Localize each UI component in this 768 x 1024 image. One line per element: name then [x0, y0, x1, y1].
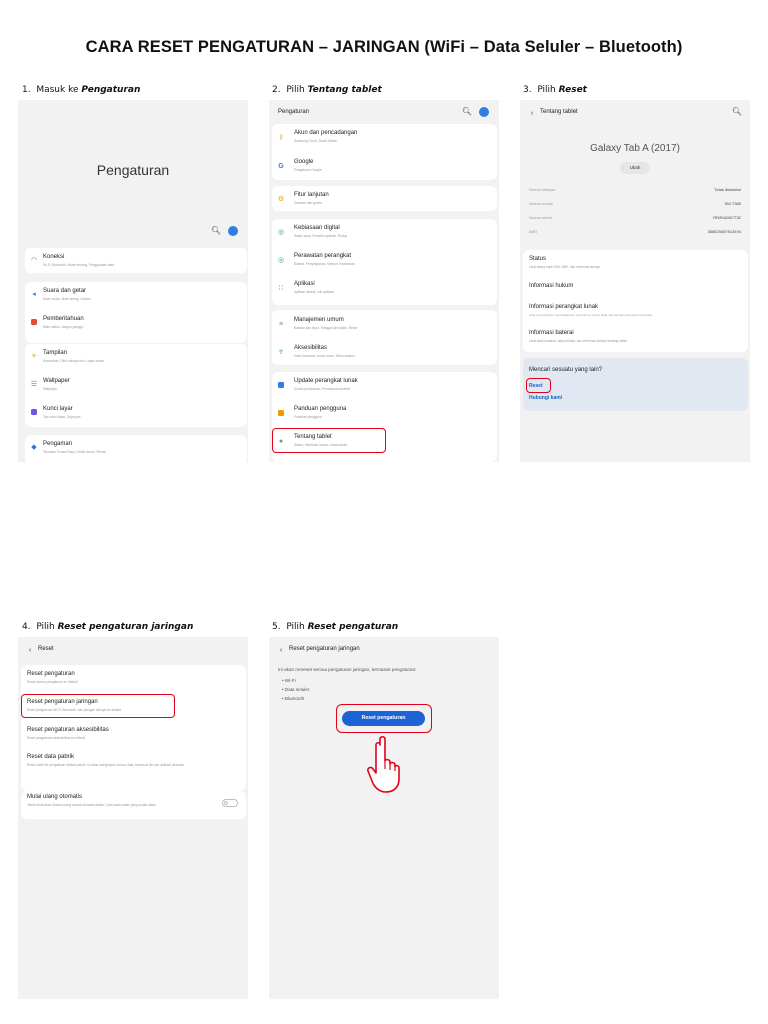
screenshot-settings-home: Pengaturan 🔍︎ ◠ Koneksi Wi-Fi, Bluetooth… — [18, 100, 248, 462]
care-icon: ◎ — [277, 256, 285, 264]
settings-item-perawatan[interactable]: ◎ Perawatan perangkat Baterai, Penyimpan… — [275, 251, 493, 269]
info-row-imei: IMEI 358525087913194 — [529, 229, 741, 234]
update-icon — [277, 381, 285, 389]
settings-item-kebiasaan-digital[interactable]: ◎ Kebiasaan digital Waktu layar, Pewaktu… — [275, 223, 493, 241]
about-item-legal[interactable]: Informasi hukum — [529, 283, 744, 295]
highlight-reset — [526, 378, 551, 393]
step-label-5: 5. Pilih Reset pengaturan — [272, 622, 399, 632]
contact-link[interactable]: Hubungi kami — [529, 395, 562, 401]
search-help-card — [523, 358, 748, 411]
reset-header: Reset — [38, 646, 54, 652]
settings-big-title: Pengaturan — [96, 162, 170, 178]
about-item-status[interactable]: Status Lihat status kartu SIM, IMEI, dan… — [529, 256, 744, 272]
screenshot-reset-network: ‹ Reset pengaturan jaringan Ini akan mer… — [269, 637, 499, 999]
apps-icon: ∷ — [278, 284, 284, 292]
about-item-software[interactable]: Informasi perangkat lunak Lihat versi An… — [529, 304, 744, 320]
about-header: Tentang tablet — [540, 109, 578, 115]
settings-item-aplikasi[interactable]: ∷ Aplikasi Aplikasi default, Izin aplika… — [275, 279, 493, 297]
bullet-wifi: • Wi-Fi — [282, 678, 296, 683]
reset-item-factory[interactable]: Reset data pabrik Reset tablet ke pengat… — [27, 754, 235, 780]
step-label-2: 2. Pilih Tentang tablet — [272, 85, 382, 95]
settings-item-pemberitahuan[interactable]: Pemberitahuan Bilah status, Jangan gangg… — [28, 314, 244, 332]
sliders-icon: ≡ — [278, 320, 284, 328]
step-label-4: 4. Pilih Reset pengaturan jaringan — [22, 622, 194, 632]
back-icon[interactable]: ‹ — [26, 646, 34, 654]
reset-item-accessibility[interactable]: Reset pengaturan aksesibilitas Reset pen… — [27, 727, 242, 743]
reset-item-settings[interactable]: Reset pengaturan Reset semua pengaturan … — [27, 671, 242, 687]
bullet-mobile-data: • Data seluler — [282, 687, 310, 692]
settings-item-fitur-lanjutan[interactable]: ⚙ Fitur lanjutan Gerakan dan gestur — [275, 190, 493, 208]
lock-icon — [30, 408, 38, 416]
device-name: Galaxy Tab A (2017) — [590, 143, 680, 154]
settings-header: Pengaturan — [278, 109, 310, 115]
settings-item-manajemen-umum[interactable]: ≡ Manajemen umum Bahasa dan input, Tangg… — [275, 315, 493, 333]
page-title: CARA RESET PENGATURAN – JARINGAN (WiFi –… — [85, 38, 683, 56]
search-help-title: Mencari sesuatu yang lain? — [529, 367, 603, 373]
sun-icon: ☀ — [30, 352, 38, 360]
step-label-1: 1. Masuk ke Pengaturan — [22, 85, 141, 95]
step-label-3: 3. Pilih Reset — [523, 85, 587, 95]
settings-item-suara[interactable]: ◂ Suara dan getar Mode suara, Mute derin… — [28, 286, 244, 304]
guide-icon — [277, 409, 285, 417]
shield-icon: ◆ — [31, 443, 37, 451]
settings-item-kunci-layar[interactable]: Kunci layar Tipe kunci layar, Gaya jam — [28, 404, 244, 422]
wifi-icon: ◠ — [30, 256, 38, 264]
settings-item-pengaman[interactable]: ◆ Pengaman Temukan Ponsel Saya, Folder A… — [28, 439, 244, 457]
settings-item-update[interactable]: Update perangkat lunak Unduh pembaruan, … — [275, 376, 493, 394]
search-icon[interactable]: 🔍︎ — [462, 108, 472, 116]
brush-icon: ☰ — [30, 380, 38, 388]
toggle-knob — [224, 801, 228, 805]
settings-item-aksesibilitas[interactable]: ☥ Aksesibilitas Voice Assistant, Audio m… — [275, 343, 493, 361]
settings-item-panduan[interactable]: Panduan pengguna Panduan pengguna — [275, 404, 493, 422]
profile-icon[interactable] — [479, 107, 489, 117]
bullet-bluetooth: • Bluetooth — [282, 696, 305, 701]
back-icon[interactable]: ‹ — [277, 646, 285, 654]
accessibility-icon: ☥ — [278, 348, 284, 356]
settings-item-akun[interactable]: ⚷ Akun dan pencadangan Samsung Cloud, Sm… — [275, 128, 493, 146]
screenshot-settings-list: Pengaturan 🔍︎ ⚷ Akun dan pencadangan Sam… — [269, 100, 499, 462]
gear-plus-icon: ⚙ — [277, 195, 285, 203]
bell-icon — [30, 318, 38, 326]
profile-icon[interactable] — [228, 226, 238, 236]
settings-item-koneksi[interactable]: ◠ Koneksi Wi-Fi, Bluetooth, Mode terbang… — [28, 252, 244, 270]
back-icon[interactable]: ‹ — [528, 109, 536, 117]
settings-item-wallpaper[interactable]: ☰ Wallpaper Wallpaper — [28, 376, 244, 394]
speaker-icon: ◂ — [32, 290, 36, 298]
search-icon[interactable]: 🔍︎ — [211, 227, 221, 235]
search-icon[interactable]: 🔍︎ — [732, 108, 742, 116]
info-row-phone: Nomor telepon Tidak diketahui — [529, 187, 741, 192]
reset-network-header: Reset pengaturan jaringan — [289, 646, 360, 652]
screenshot-reset-menu: ‹ Reset Reset pengaturan Reset semua pen… — [18, 637, 248, 999]
highlight-tentang-tablet — [272, 428, 386, 453]
google-icon: G — [278, 162, 284, 170]
highlight-reset-network — [21, 694, 175, 718]
highlight-reset-button — [336, 704, 432, 733]
info-row-model: Nomor model SM-T385 — [529, 201, 741, 206]
edit-button[interactable]: Ubah — [620, 162, 650, 174]
screenshot-about-tablet: ‹ Tentang tablet 🔍︎ Galaxy Tab A (2017) … — [520, 100, 750, 462]
reset-network-desc: Ini akan mereset semua pengaturan jaring… — [278, 667, 417, 672]
auto-restart-row[interactable]: Mulai ulang otomatis Tablet Anda akan di… — [27, 794, 242, 816]
settings-item-tampilan[interactable]: ☀ Tampilan Kecerahan, Filter cahaya biru… — [28, 348, 244, 366]
key-icon: ⚷ — [278, 133, 284, 141]
pointing-hand-icon — [367, 735, 400, 793]
settings-item-google[interactable]: G Google Pengaturan Google — [275, 157, 493, 175]
about-item-battery[interactable]: Informasi baterai Lihat status baterai, … — [529, 330, 744, 346]
info-row-serial: Nomor serial RR2KA00CT3Z — [529, 215, 741, 220]
auto-restart-toggle[interactable] — [222, 799, 238, 807]
habit-icon: ◎ — [277, 228, 285, 236]
